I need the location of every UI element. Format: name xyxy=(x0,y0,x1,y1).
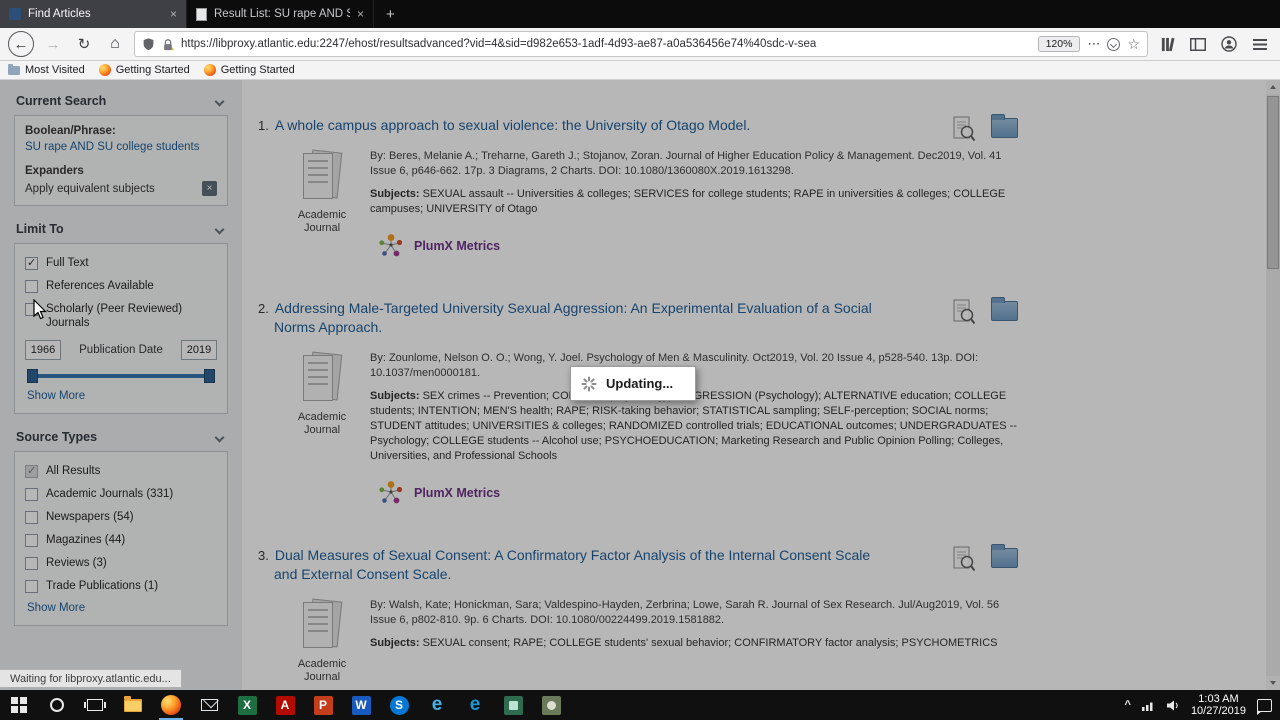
action-center-icon[interactable] xyxy=(1257,698,1272,715)
folder-icon xyxy=(8,63,20,75)
excel-button[interactable] xyxy=(228,690,266,720)
edge-icon xyxy=(470,694,481,716)
refresh-button[interactable] xyxy=(72,32,96,56)
sidebars-icon[interactable] xyxy=(1186,32,1210,56)
skype-icon xyxy=(389,695,409,715)
tab-close-icon[interactable] xyxy=(170,7,177,21)
internet-explorer-button[interactable] xyxy=(418,690,456,720)
bookmark-getting-started[interactable]: Getting Started xyxy=(98,64,190,76)
powerpoint-icon xyxy=(313,695,333,715)
acrobat-button[interactable] xyxy=(266,690,304,720)
bookmark-label: Most Visited xyxy=(25,64,85,76)
updating-dialog: Updating... xyxy=(570,366,696,401)
skype-button[interactable] xyxy=(380,690,418,720)
bookmark-star-icon[interactable] xyxy=(1127,36,1140,53)
library-icon[interactable] xyxy=(1155,32,1179,56)
browser-tab-bar: Find Articles Result List: SU rape AND S… xyxy=(0,0,1280,28)
tray-chevron-up-icon[interactable] xyxy=(1125,699,1131,711)
lock-icon[interactable] xyxy=(162,38,174,51)
excel-icon xyxy=(237,695,257,715)
search-button[interactable] xyxy=(38,690,76,720)
start-button[interactable] xyxy=(0,690,38,720)
menu-icon[interactable] xyxy=(1248,32,1272,56)
new-tab-button[interactable] xyxy=(374,0,407,28)
shield-icon[interactable] xyxy=(142,37,155,51)
system-tray: 1:03 AM 10/27/2019 xyxy=(1125,690,1280,720)
bookmarks-bar: Most Visited Getting Started Getting Sta… xyxy=(0,61,1280,80)
firefox-icon xyxy=(161,695,181,715)
task-view-button[interactable] xyxy=(76,690,114,720)
acrobat-icon xyxy=(275,695,295,715)
word-icon xyxy=(351,695,371,715)
tab-close-icon[interactable] xyxy=(357,7,364,21)
bookmark-getting-started-2[interactable]: Getting Started xyxy=(203,64,295,76)
back-button[interactable] xyxy=(8,31,34,57)
taskbar-clock[interactable]: 1:03 AM 10/27/2019 xyxy=(1191,693,1246,718)
screen: Find Articles Result List: SU rape AND S… xyxy=(0,0,1280,720)
windows-logo-icon xyxy=(11,697,27,713)
search-icon xyxy=(50,698,64,712)
task-view-icon xyxy=(84,699,106,711)
powerpoint-button[interactable] xyxy=(304,690,342,720)
tab-title: Result List: SU rape AND SU co xyxy=(214,8,350,20)
mouse-cursor xyxy=(33,299,47,320)
forward-button[interactable] xyxy=(41,32,65,56)
tab-title: Find Articles xyxy=(28,8,91,20)
internet-explorer-icon xyxy=(432,694,443,716)
tab-favicon xyxy=(9,8,21,20)
page-actions-icon[interactable] xyxy=(1087,36,1100,52)
tab-find-articles[interactable]: Find Articles xyxy=(0,0,187,28)
clock-date: 10/27/2019 xyxy=(1190,705,1246,717)
tab-favicon xyxy=(196,7,207,21)
spinner-icon xyxy=(581,376,597,391)
mail-button[interactable] xyxy=(190,690,228,720)
bookmark-label: Getting Started xyxy=(115,64,190,76)
network-icon[interactable] xyxy=(1141,700,1156,711)
app-button-1[interactable] xyxy=(494,690,532,720)
firefox-icon xyxy=(98,64,111,76)
file-explorer-button[interactable] xyxy=(114,690,152,720)
status-tooltip: Waiting for libproxy.atlantic.edu... xyxy=(0,669,182,688)
windows-taskbar: 1:03 AM 10/27/2019 xyxy=(0,690,1280,720)
tab-result-list[interactable]: Result List: SU rape AND SU co xyxy=(187,0,374,28)
home-button[interactable] xyxy=(103,32,127,56)
app-icon xyxy=(503,695,523,715)
mail-icon xyxy=(200,699,218,711)
url-text[interactable]: https://libproxy.atlantic.edu:2247/ehost… xyxy=(181,38,1031,50)
edge-button[interactable] xyxy=(456,690,494,720)
file-explorer-icon xyxy=(124,695,142,712)
pocket-icon[interactable] xyxy=(1107,37,1121,51)
app-button-2[interactable] xyxy=(532,690,570,720)
volume-icon[interactable] xyxy=(1166,700,1180,711)
bookmark-most-visited[interactable]: Most Visited xyxy=(8,63,85,76)
account-icon[interactable] xyxy=(1217,32,1241,56)
browser-nav-toolbar: https://libproxy.atlantic.edu:2247/ehost… xyxy=(0,28,1280,61)
app-icon xyxy=(541,695,561,715)
bookmark-label: Getting Started xyxy=(220,64,295,76)
zoom-indicator[interactable]: 120% xyxy=(1037,36,1081,52)
word-button[interactable] xyxy=(342,690,380,720)
page-content: Current Search Boolean/Phrase: SU rape A… xyxy=(0,80,1280,690)
firefox-button[interactable] xyxy=(152,690,190,720)
firefox-icon xyxy=(203,64,216,76)
clock-time: 1:03 AM xyxy=(1198,692,1239,705)
updating-text: Updating... xyxy=(606,376,674,391)
url-bar[interactable]: https://libproxy.atlantic.edu:2247/ehost… xyxy=(134,31,1148,57)
